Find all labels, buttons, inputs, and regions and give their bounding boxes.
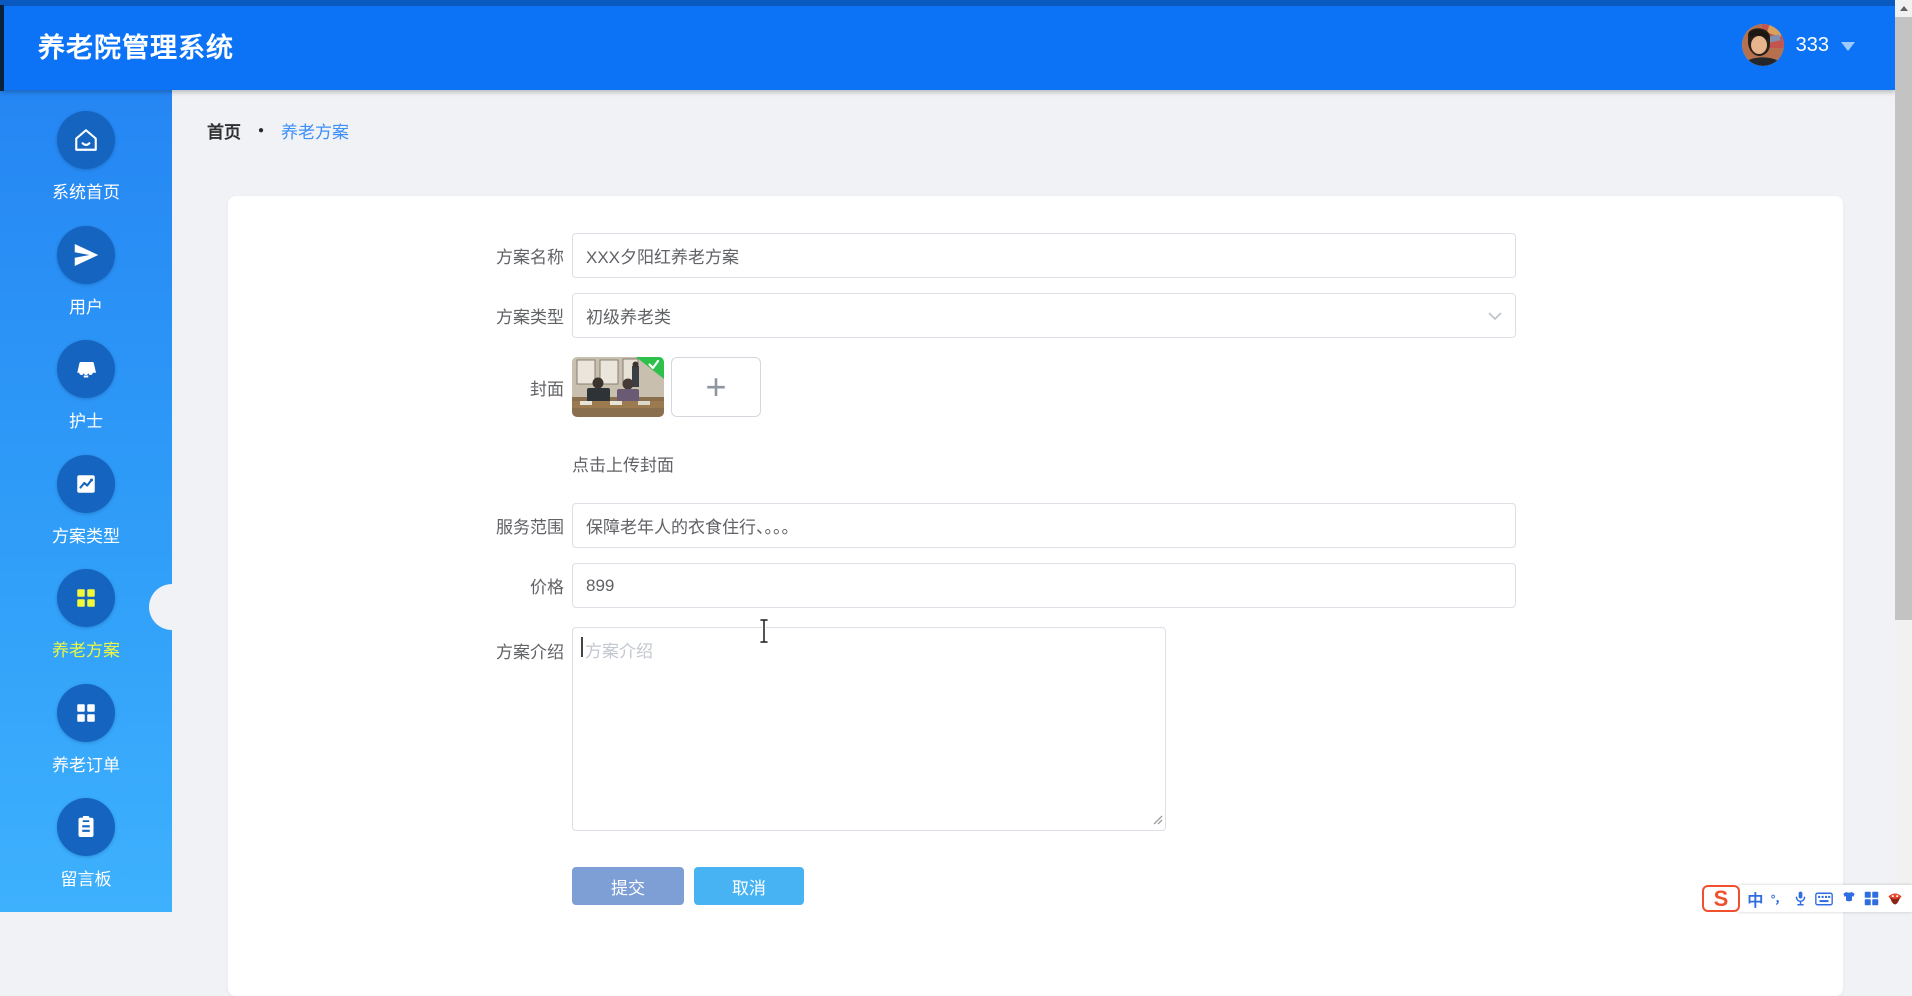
service-scope-label: 服务范围 bbox=[496, 518, 564, 537]
upload-cover-button[interactable]: + bbox=[671, 357, 761, 417]
sogou-extra-icon[interactable] bbox=[1887, 892, 1903, 906]
main-content: 首页 ● 养老方案 方案名称 方案类型 初级养老类 bbox=[172, 90, 1895, 996]
cancel-button[interactable]: 取消 bbox=[694, 867, 804, 905]
skin-shirt-icon[interactable] bbox=[1841, 891, 1857, 906]
toolbox-grid-icon[interactable] bbox=[1864, 891, 1879, 906]
sidebar-item-users[interactable]: 用户 bbox=[0, 212, 172, 327]
sidebar-item-label: 养老方案 bbox=[52, 641, 120, 660]
textarea-resize-handle[interactable] bbox=[1151, 812, 1163, 825]
breadcrumb-home[interactable]: 首页 bbox=[207, 118, 241, 143]
sidebar-item-label: 用户 bbox=[69, 297, 103, 317]
sogou-logo-letter: S bbox=[1713, 885, 1729, 911]
home-icon bbox=[57, 111, 115, 169]
form-row-price: 价格 bbox=[228, 563, 1843, 608]
user-dropdown-caret-icon[interactable] bbox=[1841, 42, 1855, 51]
sidebar-item-system-home[interactable]: 系统首页 bbox=[0, 97, 172, 212]
plan-name-label: 方案名称 bbox=[496, 248, 564, 267]
clipboard-icon bbox=[57, 798, 115, 856]
top-bar: 养老院管理系统 333 bbox=[0, 0, 1895, 91]
plan-type-select[interactable]: 初级养老类 bbox=[572, 293, 1516, 338]
actions-spacer bbox=[228, 867, 564, 905]
cover-thumbnail[interactable] bbox=[572, 357, 664, 417]
breadcrumb: 首页 ● 养老方案 bbox=[207, 118, 349, 143]
ime-punctuation-button[interactable]: °， bbox=[1771, 890, 1787, 907]
send-icon bbox=[57, 225, 115, 284]
plan-name-input[interactable] bbox=[572, 233, 1516, 278]
sidebar-item-plan-types[interactable]: 方案类型 bbox=[0, 441, 172, 556]
scrollbar-thumb[interactable] bbox=[1895, 17, 1912, 620]
plan-type-label: 方案类型 bbox=[496, 308, 564, 327]
vertical-scrollbar bbox=[1895, 0, 1912, 912]
sidebar-item-pension-orders[interactable]: 养老订单 bbox=[0, 670, 172, 785]
breadcrumb-separator: ● bbox=[258, 125, 265, 136]
grid-icon bbox=[57, 683, 115, 742]
form-row-plan-type: 方案类型 初级养老类 bbox=[228, 293, 1843, 338]
chevron-down-icon bbox=[1488, 306, 1502, 326]
sidebar-item-nurses[interactable]: 护士 bbox=[0, 326, 172, 441]
form-row-service-scope: 服务范围 bbox=[228, 503, 1843, 548]
scroll-up-button[interactable] bbox=[1895, 0, 1912, 17]
trend-chart-icon bbox=[57, 454, 115, 513]
active-item-notch bbox=[149, 584, 195, 631]
cover-label: 封面 bbox=[530, 379, 564, 399]
intro-textarea[interactable] bbox=[572, 627, 1166, 831]
sidebar: 系统首页 用户 护士 方案类型 养老方案 养老订单 留言板 bbox=[0, 90, 195, 912]
service-scope-input[interactable] bbox=[572, 503, 1516, 548]
text-caret bbox=[581, 637, 583, 657]
arrow-up-icon bbox=[1899, 6, 1908, 11]
app-title: 养老院管理系统 bbox=[38, 33, 234, 63]
breadcrumb-current[interactable]: 养老方案 bbox=[281, 118, 349, 143]
ime-strip: 中 °， bbox=[1738, 885, 1912, 912]
form-row-cover: 封面 + bbox=[228, 357, 1843, 417]
sidebar-item-message-board[interactable]: 留言板 bbox=[0, 784, 172, 899]
plan-type-selected-value: 初级养老类 bbox=[586, 308, 671, 327]
microphone-icon[interactable] bbox=[1793, 890, 1808, 907]
price-label: 价格 bbox=[530, 578, 564, 597]
sogou-logo-icon[interactable]: S bbox=[1702, 885, 1740, 912]
price-input[interactable] bbox=[572, 563, 1516, 608]
form-actions: 提交 取消 bbox=[228, 867, 1843, 905]
awning-icon bbox=[57, 340, 115, 398]
grid-icon bbox=[57, 569, 115, 627]
user-avatar[interactable] bbox=[1741, 24, 1784, 66]
form-row-intro: 方案介绍 bbox=[228, 627, 1843, 831]
sidebar-item-label: 方案类型 bbox=[52, 526, 120, 546]
avatar-image bbox=[1741, 24, 1784, 66]
sidebar-item-label: 护士 bbox=[69, 412, 103, 431]
ime-chinese-mode-button[interactable]: 中 bbox=[1747, 887, 1763, 911]
upload-hint-text: 点击上传封面 bbox=[572, 456, 674, 475]
form-card: 方案名称 方案类型 初级养老类 封面 bbox=[228, 196, 1843, 996]
sidebar-item-pension-plans[interactable]: 养老方案 bbox=[0, 555, 195, 670]
submit-button[interactable]: 提交 bbox=[572, 867, 684, 905]
keyboard-icon[interactable] bbox=[1815, 892, 1834, 906]
intro-label: 方案介绍 bbox=[496, 643, 564, 662]
cover-photo bbox=[572, 357, 664, 417]
user-area: 333 bbox=[1741, 0, 1855, 90]
sidebar-item-label: 留言板 bbox=[60, 870, 112, 889]
plus-icon: + bbox=[705, 366, 727, 407]
sidebar-item-label: 养老订单 bbox=[52, 755, 120, 775]
form-row-plan-name: 方案名称 bbox=[228, 233, 1843, 278]
sidebar-item-label: 系统首页 bbox=[52, 183, 120, 202]
user-name[interactable]: 333 bbox=[1796, 34, 1829, 57]
sidebar-nav: 系统首页 用户 护士 方案类型 养老方案 养老订单 留言板 bbox=[0, 90, 195, 899]
ime-toolbar: S 中 °， bbox=[1700, 885, 1912, 912]
